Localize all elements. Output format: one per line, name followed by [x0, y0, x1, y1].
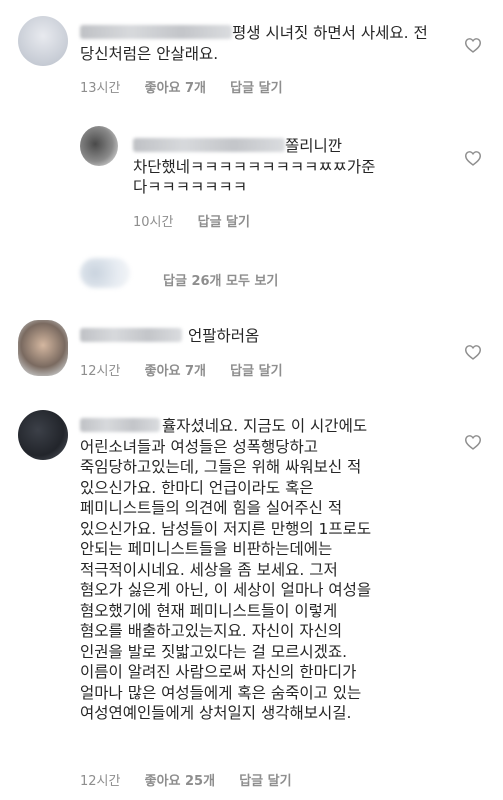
- avatar[interactable]: [18, 410, 68, 460]
- heart-icon[interactable]: [464, 344, 482, 360]
- view-replies-link[interactable]: 답글 26개 모두 보기: [163, 270, 278, 289]
- comment-time: 12시간: [80, 774, 121, 789]
- comment-time: 12시간: [80, 364, 121, 379]
- like-count[interactable]: 좋아요 7개: [145, 360, 206, 379]
- avatar[interactable]: [80, 126, 118, 166]
- reply-button[interactable]: 답글 달기: [198, 211, 250, 230]
- reply-button[interactable]: 답글 달기: [230, 360, 282, 379]
- reply-button[interactable]: 답글 달기: [239, 770, 291, 789]
- heart-icon[interactable]: [464, 37, 482, 53]
- blurred-username[interactable]: [80, 25, 232, 39]
- blurred-username[interactable]: [133, 138, 285, 152]
- comment-meta: 12시간 좋아요 7개 답글 달기: [80, 360, 283, 379]
- blurred-username[interactable]: [80, 328, 182, 342]
- blurred-username[interactable]: [80, 418, 160, 432]
- comment-text: 휼자셨네요. 지금도 이 시간에도 어린소녀들과 여성들은 성폭행당하고 죽임당…: [80, 417, 372, 722]
- heart-icon[interactable]: [464, 434, 482, 450]
- comment-text: 쫄리니깐 차단했네ㅋㅋㅋㅋㅋㅋㅋㅋㅋㅉㅉ가준 다ㅋㅋㅋㅋㅋㅋㅋ: [133, 137, 376, 196]
- comment-meta: 10시간 답글 달기: [133, 211, 250, 230]
- comment-text: 언팔하러옴: [80, 326, 259, 347]
- comment-meta: 13시간 좋아요 7개 답글 달기: [80, 77, 283, 96]
- comment-meta: 12시간 좋아요 25개 답글 달기: [80, 770, 292, 789]
- comment-text: 평생 시녀짓 하면서 사세요. 전 당신처럼은 안살래요.: [80, 24, 428, 63]
- avatar-stack: [80, 258, 130, 288]
- avatar[interactable]: [18, 16, 68, 66]
- reply-button[interactable]: 답글 달기: [230, 77, 282, 96]
- like-count[interactable]: 좋아요 7개: [145, 77, 206, 96]
- avatar[interactable]: [18, 320, 68, 376]
- comment-time: 10시간: [133, 215, 174, 230]
- comment-time: 13시간: [80, 81, 121, 96]
- like-count[interactable]: 좋아요 25개: [145, 770, 215, 789]
- heart-icon[interactable]: [464, 150, 482, 166]
